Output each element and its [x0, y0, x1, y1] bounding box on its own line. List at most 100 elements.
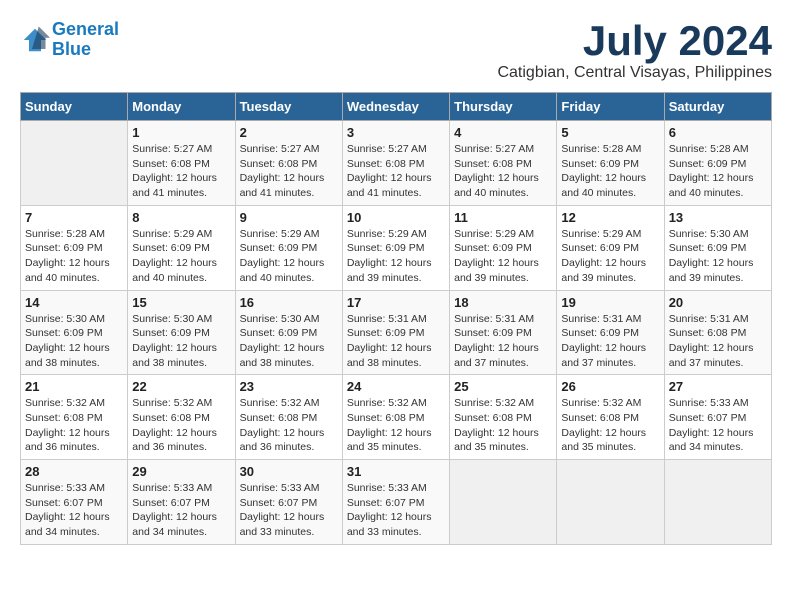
header-day-thursday: Thursday: [450, 93, 557, 121]
page-header: General Blue July 2024 Catigbian, Centra…: [20, 20, 772, 82]
day-number: 15: [132, 295, 230, 310]
calendar-cell: 10 Sunrise: 5:29 AMSunset: 6:09 PMDayligh…: [342, 205, 449, 290]
day-number: 27: [669, 379, 767, 394]
title-block: July 2024 Catigbian, Central Visayas, Ph…: [497, 20, 772, 82]
day-info: Sunrise: 5:31 AMSunset: 6:09 PMDaylight:…: [347, 312, 445, 371]
day-info: Sunrise: 5:31 AMSunset: 6:08 PMDaylight:…: [669, 312, 767, 371]
day-info: Sunrise: 5:28 AMSunset: 6:09 PMDaylight:…: [25, 227, 123, 286]
day-info: Sunrise: 5:33 AMSunset: 6:07 PMDaylight:…: [25, 481, 123, 540]
day-number: 8: [132, 210, 230, 225]
calendar-cell: 31Sunrise: 5:33 AMSunset: 6:07 PMDayligh…: [342, 460, 449, 545]
day-number: 20: [669, 295, 767, 310]
day-info: Sunrise: 5:27 AMSunset: 6:08 PMDaylight:…: [132, 142, 230, 201]
day-number: 3: [347, 125, 445, 140]
calendar-cell: 25 Sunrise: 5:32 AMSunset: 6:08 PMDayligh…: [450, 375, 557, 460]
logo: General Blue: [20, 20, 119, 60]
day-number: 17: [347, 295, 445, 310]
calendar-cell: [450, 460, 557, 545]
day-info: Sunrise: 5:32 AMSunset: 6:08 PMDaylight:…: [347, 396, 445, 455]
week-row-3: 14Sunrise: 5:30 AMSunset: 6:09 PMDayligh…: [21, 290, 772, 375]
calendar-cell: 9 Sunrise: 5:29 AMSunset: 6:09 PMDaylight…: [235, 205, 342, 290]
calendar-cell: 7Sunrise: 5:28 AMSunset: 6:09 PMDaylight…: [21, 205, 128, 290]
day-number: 23: [240, 379, 338, 394]
header-day-friday: Friday: [557, 93, 664, 121]
calendar-cell: 29Sunrise: 5:33 AMSunset: 6:07 PMDayligh…: [128, 460, 235, 545]
day-info: Sunrise: 5:30 AMSunset: 6:09 PMDaylight:…: [669, 227, 767, 286]
calendar-cell: 14Sunrise: 5:30 AMSunset: 6:09 PMDayligh…: [21, 290, 128, 375]
day-info: Sunrise: 5:32 AMSunset: 6:08 PMDaylight:…: [240, 396, 338, 455]
day-number: 4: [454, 125, 552, 140]
calendar-cell: 26 Sunrise: 5:32 AMSunset: 6:08 PMDayligh…: [557, 375, 664, 460]
day-number: 5: [561, 125, 659, 140]
calendar-cell: 17 Sunrise: 5:31 AMSunset: 6:09 PMDayligh…: [342, 290, 449, 375]
day-info: Sunrise: 5:28 AMSunset: 6:09 PMDaylight:…: [669, 142, 767, 201]
header-day-wednesday: Wednesday: [342, 93, 449, 121]
day-number: 1: [132, 125, 230, 140]
month-year-title: July 2024: [497, 20, 772, 62]
day-number: 10: [347, 210, 445, 225]
day-info: Sunrise: 5:31 AMSunset: 6:09 PMDaylight:…: [561, 312, 659, 371]
week-row-5: 28 Sunrise: 5:33 AMSunset: 6:07 PMDayligh…: [21, 460, 772, 545]
day-number: 24: [347, 379, 445, 394]
day-info: Sunrise: 5:27 AMSunset: 6:08 PMDaylight:…: [240, 142, 338, 201]
calendar-cell: 23 Sunrise: 5:32 AMSunset: 6:08 PMDayligh…: [235, 375, 342, 460]
calendar-cell: 12Sunrise: 5:29 AMSunset: 6:09 PMDayligh…: [557, 205, 664, 290]
calendar-cell: 15 Sunrise: 5:30 AMSunset: 6:09 PMDayligh…: [128, 290, 235, 375]
calendar-body: 1 Sunrise: 5:27 AMSunset: 6:08 PMDaylight…: [21, 121, 772, 545]
day-number: 22: [132, 379, 230, 394]
calendar-cell: [664, 460, 771, 545]
day-number: 26: [561, 379, 659, 394]
calendar-cell: 21Sunrise: 5:32 AMSunset: 6:08 PMDayligh…: [21, 375, 128, 460]
calendar-cell: 20 Sunrise: 5:31 AMSunset: 6:08 PMDayligh…: [664, 290, 771, 375]
day-info: Sunrise: 5:30 AMSunset: 6:09 PMDaylight:…: [132, 312, 230, 371]
day-number: 16: [240, 295, 338, 310]
header-row: SundayMondayTuesdayWednesdayThursdayFrid…: [21, 93, 772, 121]
calendar-cell: 4 Sunrise: 5:27 AMSunset: 6:08 PMDaylight…: [450, 121, 557, 206]
day-number: 11: [454, 210, 552, 225]
day-info: Sunrise: 5:32 AMSunset: 6:08 PMDaylight:…: [25, 396, 123, 455]
calendar-cell: [21, 121, 128, 206]
calendar-cell: 6 Sunrise: 5:28 AMSunset: 6:09 PMDaylight…: [664, 121, 771, 206]
calendar-cell: 11 Sunrise: 5:29 AMSunset: 6:09 PMDayligh…: [450, 205, 557, 290]
day-number: 6: [669, 125, 767, 140]
day-info: Sunrise: 5:32 AMSunset: 6:08 PMDaylight:…: [454, 396, 552, 455]
day-number: 9: [240, 210, 338, 225]
day-number: 28: [25, 464, 123, 479]
day-info: Sunrise: 5:30 AMSunset: 6:09 PMDaylight:…: [25, 312, 123, 371]
week-row-2: 7Sunrise: 5:28 AMSunset: 6:09 PMDaylight…: [21, 205, 772, 290]
day-info: Sunrise: 5:27 AMSunset: 6:08 PMDaylight:…: [347, 142, 445, 201]
week-row-4: 21Sunrise: 5:32 AMSunset: 6:08 PMDayligh…: [21, 375, 772, 460]
day-info: Sunrise: 5:32 AMSunset: 6:08 PMDaylight:…: [561, 396, 659, 455]
logo-icon: [20, 25, 50, 55]
day-info: Sunrise: 5:33 AMSunset: 6:07 PMDaylight:…: [132, 481, 230, 540]
calendar-cell: 1 Sunrise: 5:27 AMSunset: 6:08 PMDaylight…: [128, 121, 235, 206]
calendar-cell: 24 Sunrise: 5:32 AMSunset: 6:08 PMDayligh…: [342, 375, 449, 460]
header-day-tuesday: Tuesday: [235, 93, 342, 121]
calendar-cell: 18Sunrise: 5:31 AMSunset: 6:09 PMDayligh…: [450, 290, 557, 375]
day-info: Sunrise: 5:29 AMSunset: 6:09 PMDaylight:…: [347, 227, 445, 286]
day-info: Sunrise: 5:33 AMSunset: 6:07 PMDaylight:…: [669, 396, 767, 455]
day-info: Sunrise: 5:29 AMSunset: 6:09 PMDaylight:…: [454, 227, 552, 286]
calendar-cell: 3 Sunrise: 5:27 AMSunset: 6:08 PMDaylight…: [342, 121, 449, 206]
day-number: 19: [561, 295, 659, 310]
day-info: Sunrise: 5:32 AMSunset: 6:08 PMDaylight:…: [132, 396, 230, 455]
week-row-1: 1 Sunrise: 5:27 AMSunset: 6:08 PMDaylight…: [21, 121, 772, 206]
header-day-monday: Monday: [128, 93, 235, 121]
day-number: 30: [240, 464, 338, 479]
location-title: Catigbian, Central Visayas, Philippines: [497, 64, 772, 82]
day-number: 31: [347, 464, 445, 479]
calendar-cell: 22 Sunrise: 5:32 AMSunset: 6:08 PMDayligh…: [128, 375, 235, 460]
calendar-table: SundayMondayTuesdayWednesdayThursdayFrid…: [20, 92, 772, 545]
day-info: Sunrise: 5:29 AMSunset: 6:09 PMDaylight:…: [240, 227, 338, 286]
calendar-cell: 30Sunrise: 5:33 AMSunset: 6:07 PMDayligh…: [235, 460, 342, 545]
calendar-cell: 27 Sunrise: 5:33 AMSunset: 6:07 PMDayligh…: [664, 375, 771, 460]
header-day-saturday: Saturday: [664, 93, 771, 121]
day-number: 25: [454, 379, 552, 394]
day-info: Sunrise: 5:27 AMSunset: 6:08 PMDaylight:…: [454, 142, 552, 201]
calendar-cell: 5Sunrise: 5:28 AMSunset: 6:09 PMDaylight…: [557, 121, 664, 206]
day-info: Sunrise: 5:29 AMSunset: 6:09 PMDaylight:…: [561, 227, 659, 286]
day-number: 2: [240, 125, 338, 140]
calendar-cell: [557, 460, 664, 545]
header-day-sunday: Sunday: [21, 93, 128, 121]
logo-line1: General: [52, 19, 119, 39]
